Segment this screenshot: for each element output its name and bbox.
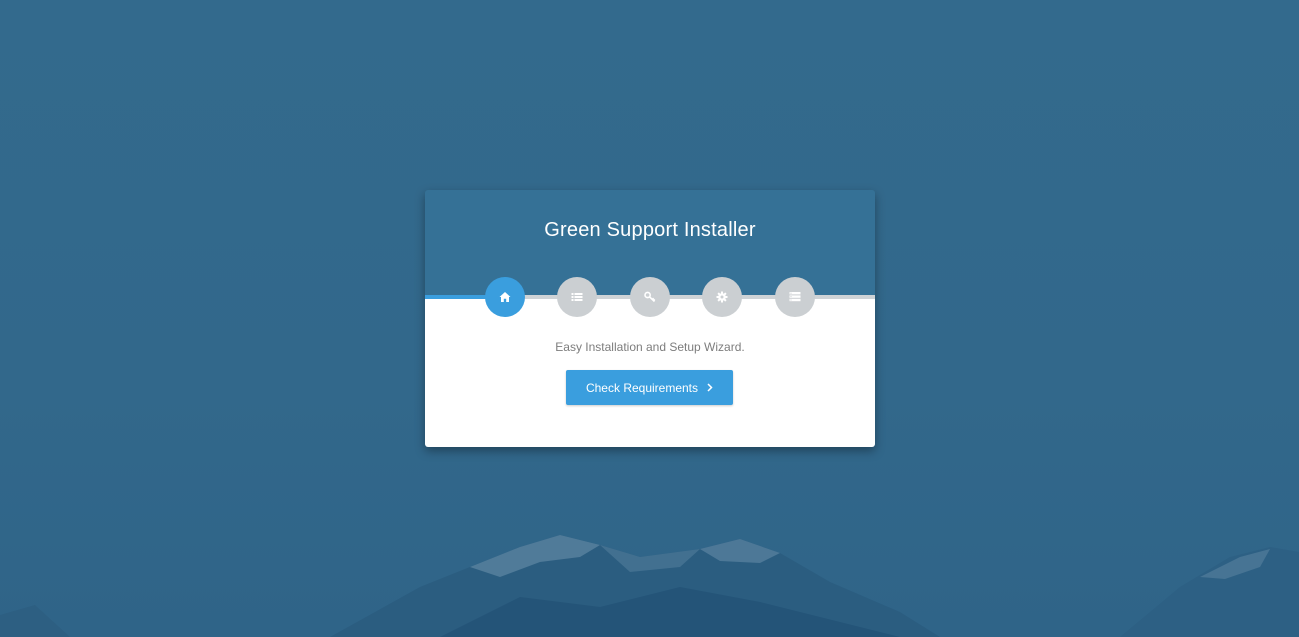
step-requirements[interactable] bbox=[557, 277, 597, 317]
installer-card: Green Support Installer Easy Installatio… bbox=[425, 190, 875, 447]
chevron-right-icon bbox=[707, 383, 713, 392]
step-finish[interactable] bbox=[775, 277, 815, 317]
check-requirements-button[interactable]: Check Requirements bbox=[566, 370, 733, 405]
server-icon bbox=[789, 292, 801, 302]
home-icon bbox=[499, 292, 511, 302]
check-requirements-button-label: Check Requirements bbox=[585, 380, 699, 395]
step-permissions[interactable] bbox=[630, 277, 670, 317]
mountain-background-image bbox=[0, 535, 1299, 637]
step-settings[interactable] bbox=[702, 277, 742, 317]
installer-title: Green Support Installer bbox=[544, 219, 756, 241]
installer-subtitle: Easy Installation and Setup Wizard. bbox=[555, 340, 745, 354]
list-icon bbox=[571, 293, 583, 301]
key-icon bbox=[644, 291, 656, 303]
gear-icon bbox=[716, 291, 728, 303]
step-home[interactable] bbox=[485, 277, 525, 317]
